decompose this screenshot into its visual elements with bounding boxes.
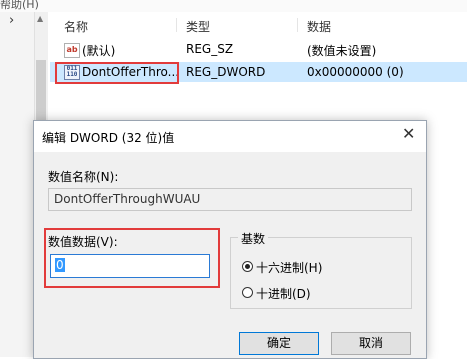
radio-hexadecimal[interactable]	[242, 261, 253, 272]
value-name: (默认)	[82, 44, 116, 58]
string-value-icon: ab	[64, 43, 80, 58]
column-divider[interactable]	[297, 18, 298, 32]
column-divider[interactable]	[176, 18, 177, 32]
cancel-button[interactable]: 取消	[331, 332, 411, 355]
edit-dword-dialog: 编辑 DWORD (32 位)值 ✕ 数值名称(N): DontOfferThr…	[33, 120, 427, 359]
radio-decimal[interactable]	[242, 287, 253, 298]
value-data-label: 数值数据(V):	[48, 235, 118, 249]
value-name-label: 数值名称(N):	[48, 170, 119, 184]
list-item[interactable]: ab (默认) REG_SZ (数值未设置)	[50, 40, 467, 60]
base-legend: 基数	[238, 230, 269, 247]
value-name-field: DontOfferThroughWUAU	[48, 188, 412, 211]
menu-item-help[interactable]: 帮助(H)	[0, 0, 39, 12]
scroll-up-arrow-icon[interactable]: ▲	[37, 14, 43, 23]
chevron-right-icon[interactable]: ›	[9, 13, 14, 28]
value-type: REG_DWORD	[186, 65, 266, 79]
dialog-title: 编辑 DWORD (32 位)值	[42, 131, 175, 145]
value-data-input[interactable]: 0	[50, 254, 210, 278]
value-data: (数值未设置)	[307, 44, 377, 58]
radio-selected-dot	[245, 264, 250, 269]
value-data: 0x00000000 (0)	[307, 65, 404, 79]
value-data-text: 0	[55, 258, 65, 272]
column-header-data[interactable]: 数据	[307, 18, 331, 35]
ok-button[interactable]: 确定	[239, 332, 319, 355]
column-header-type[interactable]: 类型	[186, 18, 210, 35]
column-header-name[interactable]: 名称	[64, 18, 88, 35]
radio-label-decimal[interactable]: 十进制(D)	[256, 285, 311, 302]
radio-label-hexadecimal[interactable]: 十六进制(H)	[256, 259, 322, 276]
highlight-box	[55, 62, 179, 84]
value-type: REG_SZ	[186, 42, 234, 56]
close-icon[interactable]: ✕	[402, 124, 415, 143]
tree-pane	[0, 12, 36, 357]
